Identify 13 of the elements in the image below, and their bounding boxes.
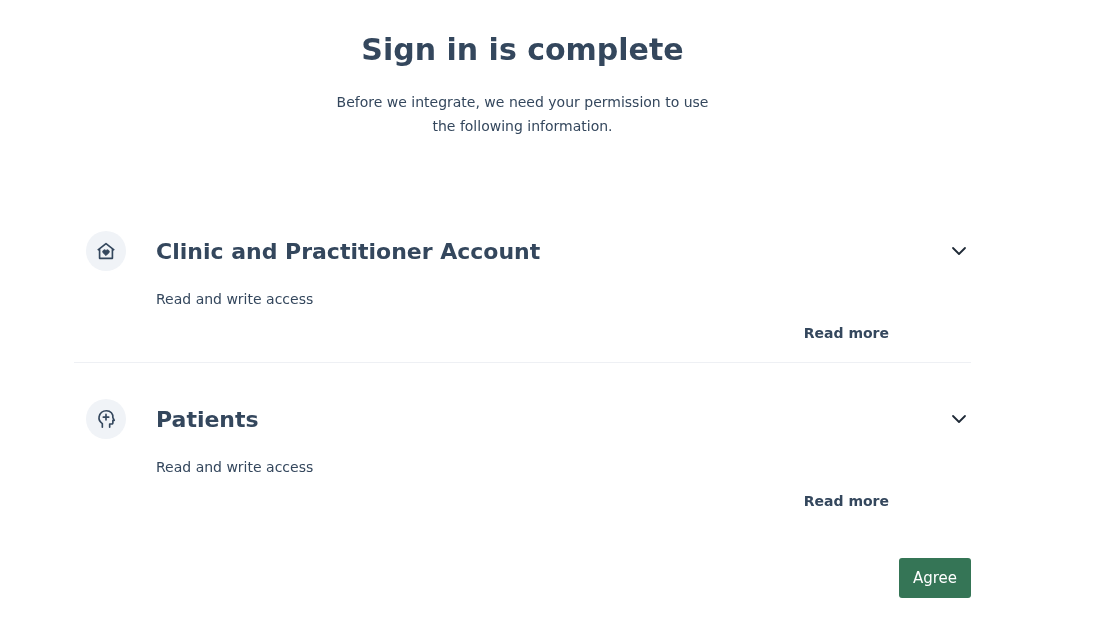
read-more-link[interactable]: Read more bbox=[803, 325, 889, 341]
head-plus-icon bbox=[95, 408, 117, 430]
read-more-link[interactable]: Read more bbox=[803, 493, 889, 509]
page-title: Sign in is complete bbox=[360, 31, 685, 69]
house-heart-icon bbox=[95, 240, 117, 262]
permission-title: Clinic and Practitioner Account bbox=[156, 238, 542, 264]
chevron-down-icon[interactable] bbox=[951, 246, 967, 256]
chevron-down-icon[interactable] bbox=[951, 414, 967, 424]
access-text: Read and write access bbox=[156, 459, 315, 475]
agree-button[interactable]: Agree bbox=[898, 558, 971, 598]
permission-title: Patients bbox=[156, 406, 260, 432]
page-subtitle: Before we integrate, we need your permission to use the following information. bbox=[335, 93, 710, 136]
access-text: Read and write access bbox=[156, 291, 315, 307]
